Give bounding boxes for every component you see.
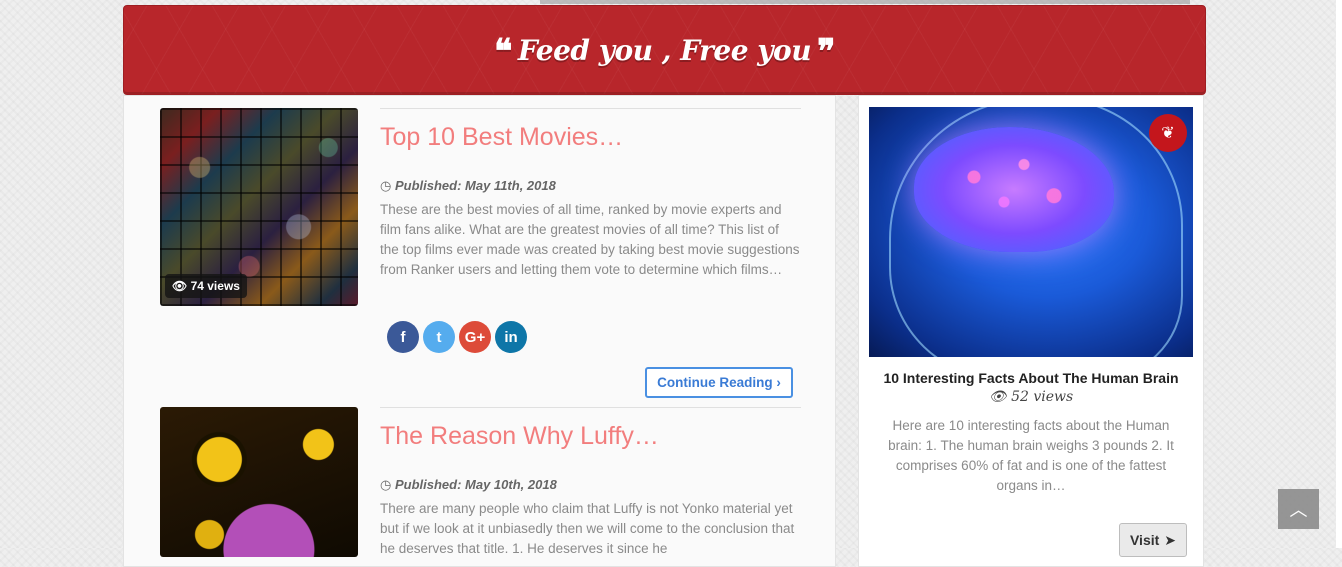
share-buttons: f t G+ in	[387, 321, 527, 353]
published-date: ◷ Published: May 10th, 2018	[380, 477, 557, 492]
eye-icon: 👁	[988, 389, 1007, 405]
clock-icon: ◷	[380, 178, 392, 193]
chevron-up-icon: ︿	[1289, 500, 1308, 520]
header-banner: ❝ Feed you , Free you ❞	[123, 5, 1206, 95]
post-body: Top 10 Best Movies… ◷ Published: May 11t…	[380, 108, 801, 280]
views-count: 74 views	[190, 279, 240, 293]
continue-reading-button[interactable]: Continue Reading ›	[645, 367, 793, 398]
scrollbar-track[interactable]	[1336, 0, 1342, 548]
twitter-share-button[interactable]: t	[423, 321, 455, 353]
post-item: 👁 74 views Top 10 Best Movies… ◷ Publish…	[160, 108, 801, 408]
post-excerpt: These are the best movies of all time, r…	[380, 202, 800, 277]
post-title[interactable]: Top 10 Best Movies…	[380, 123, 801, 152]
banner-slogan: ❝ Feed you , Free you ❞	[494, 31, 835, 72]
sidebar-featured-post: ❦ 10 Interesting Facts About The Human B…	[858, 95, 1204, 567]
visit-label: Visit	[1129, 532, 1160, 548]
post-excerpt: There are many people who claim that Luf…	[380, 501, 795, 556]
linkedin-share-button[interactable]: in	[495, 321, 527, 353]
views-badge: 👁 74 views	[165, 274, 247, 298]
facebook-share-button[interactable]: f	[387, 321, 419, 353]
published-date: ◷ Published: May 11th, 2018	[380, 178, 556, 193]
close-quote-icon: ❞	[817, 32, 835, 72]
brain-graphic	[914, 127, 1114, 252]
featured-views: 👁 52 views	[988, 389, 1074, 405]
post-title[interactable]: The Reason Why Luffy…	[380, 422, 801, 451]
paper-plane-icon: ➤	[1164, 531, 1177, 548]
open-quote-icon: ❝	[494, 32, 512, 72]
featured-image[interactable]: ❦	[869, 107, 1193, 357]
top-strip	[540, 0, 1190, 4]
post-thumbnail[interactable]	[160, 407, 358, 557]
eye-icon: 👁	[172, 279, 188, 293]
featured-title[interactable]: 10 Interesting Facts About The Human Bra…	[859, 370, 1203, 386]
post-body: The Reason Why Luffy… ◷ Published: May 1…	[380, 407, 801, 559]
visit-button[interactable]: Visit ➤	[1119, 523, 1187, 557]
leaf-icon[interactable]: ❦	[1149, 114, 1187, 152]
post-item: The Reason Why Luffy… ◷ Published: May 1…	[160, 407, 801, 567]
main-content: 👁 74 views Top 10 Best Movies… ◷ Publish…	[123, 95, 836, 567]
scroll-to-top-button[interactable]: ︿	[1278, 489, 1319, 529]
banner-text: Feed you , Free you	[517, 33, 812, 67]
google-plus-share-button[interactable]: G+	[459, 321, 491, 353]
featured-excerpt: Here are 10 interesting facts about the …	[888, 418, 1174, 493]
clock-icon: ◷	[380, 477, 392, 492]
